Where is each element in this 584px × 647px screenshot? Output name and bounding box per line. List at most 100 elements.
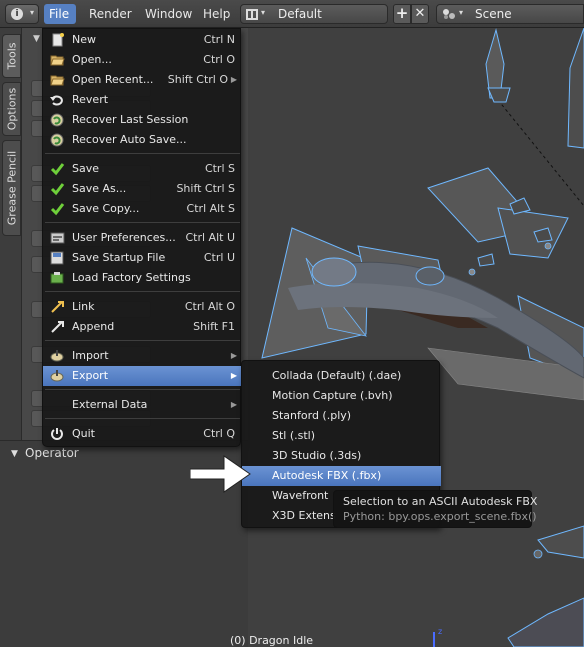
tab-tools[interactable]: Tools [2,34,21,78]
delete-layout-button[interactable]: ✕ [411,4,429,24]
scene-value: Scene [475,7,512,21]
file-menu-item-user-preferences[interactable]: User Preferences... Ctrl Alt U [43,228,242,248]
svg-text:z: z [438,627,442,636]
menu-separator [45,389,240,390]
menu-item-shortcut: Ctrl Q [203,427,235,440]
export-menu-item-stl-stl[interactable]: Stl (.stl) [242,426,441,446]
tool-shelf-tabs: Tools Options Grease Pencil [0,28,22,440]
annotation-arrow-icon [190,455,251,493]
menu-file[interactable]: File [44,4,76,24]
revert-icon [50,93,65,107]
menu-item-label: Open... [72,53,112,66]
menu-item-label: User Preferences... [72,231,176,244]
menu-item-label: Save Startup File [72,251,166,264]
axis-gizmo: z y x [433,627,461,647]
folder-open-icon [50,53,65,67]
file-menu-item-append[interactable]: Append Shift F1 [43,317,242,337]
menu-item-label: Wavefront [272,489,329,502]
tab-grease-pencil[interactable]: Grease Pencil [2,140,21,236]
menu-item-label: Autodesk FBX (.fbx) [272,469,382,482]
file-menu: New Ctrl N Open... Ctrl O Open Recent... Shif… [42,28,242,447]
panel-collapse-icon[interactable]: ▼ [33,34,40,44]
submenu-arrow-icon: ▶ [230,400,237,409]
file-menu-item-load-factory-settings[interactable]: Load Factory Settings [43,268,242,288]
menu-separator [45,418,240,419]
file-menu-item-import[interactable]: Import ▶ [43,346,242,366]
recover-icon [50,113,65,127]
layout-grid-icon [246,9,258,20]
panel-collapse-icon[interactable]: ▼ [11,449,18,459]
file-menu-item-open[interactable]: Open... Ctrl O [43,50,242,70]
menu-item-shortcut: Ctrl O [203,53,235,66]
menu-item-shortcut: Ctrl S [204,162,235,175]
menu-item-shortcut: Shift F1 [193,320,235,333]
export-menu-item-motion-capture-bvh[interactable]: Motion Capture (.bvh) [242,386,441,406]
external-data-icon [50,398,65,412]
file-menu-item-open-recent[interactable]: Open Recent... Shift Ctrl O ▶ [43,70,242,90]
load-factory-icon [50,271,65,285]
submenu-arrow-icon: ▶ [230,371,237,380]
screen-layout-value: Default [278,7,322,21]
menu-item-shortcut: Shift Ctrl O [167,73,228,86]
checkmark-icon [50,162,65,176]
menu-item-label: Motion Capture (.bvh) [272,389,393,402]
scene-select[interactable]: ▾ Scene [436,4,584,24]
editor-type-button[interactable]: i ▾ [5,4,39,24]
scene-icon [443,9,455,19]
tooltip-python: Python: bpy.ops.export_scene.fbx() [343,510,537,523]
new-file-icon [50,33,65,47]
file-menu-item-export[interactable]: Export ▶ [43,366,242,386]
file-menu-item-save[interactable]: Save Ctrl S [43,159,242,179]
tab-options-label: Options [5,87,18,131]
operator-panel-title: Operator [25,446,79,460]
append-icon [50,320,65,334]
tab-options[interactable]: Options [2,82,21,136]
screen-layout-select[interactable]: ▾ Default [240,4,388,24]
menu-item-shortcut: Ctrl Alt O [184,300,235,313]
menu-item-label: External Data [72,398,148,411]
export-menu-item-collada-default-dae[interactable]: Collada (Default) (.dae) [242,366,441,386]
file-menu-item-save-copy[interactable]: Save Copy... Ctrl Alt S [43,199,242,219]
menu-render[interactable]: Render [84,4,137,24]
file-menu-item-new[interactable]: New Ctrl N [43,30,242,50]
menu-item-label: 3D Studio (.3ds) [272,449,362,462]
file-menu-item-revert[interactable]: Revert [43,90,242,110]
import-icon [50,349,65,363]
preferences-icon [50,231,65,245]
file-menu-item-save-as[interactable]: Save As... Shift Ctrl S [43,179,242,199]
file-menu-item-quit[interactable]: Quit Ctrl Q [43,424,242,444]
tab-grease-pencil-label: Grease Pencil [5,150,18,226]
menu-help[interactable]: Help [198,4,235,24]
chevron-down-icon: ▾ [29,8,34,17]
add-layout-button[interactable]: + [393,4,411,24]
menu-item-shortcut: Ctrl Alt S [186,202,235,215]
info-icon: i [11,8,23,20]
3d-viewport[interactable]: z y x [248,28,584,647]
menu-item-shortcut: Ctrl Alt U [185,231,235,244]
viewport-object-label: (0) Dragon Idle [230,634,314,647]
file-menu-item-external-data[interactable]: External Data ▶ [43,395,242,415]
file-menu-item-link[interactable]: Link Ctrl Alt O [43,297,242,317]
export-icon [50,369,65,383]
export-menu-item-stanford-ply[interactable]: Stanford (.ply) [242,406,441,426]
menu-item-label: Save As... [72,182,127,195]
menu-item-label: Save [72,162,100,175]
link-icon [50,300,65,314]
export-menu-item-3d-studio-3ds[interactable]: 3D Studio (.3ds) [242,446,441,466]
tab-tools-label: Tools [5,42,18,70]
submenu-arrow-icon: ▶ [230,75,237,84]
menu-item-label: Link [72,300,95,313]
menu-item-shortcut: Shift Ctrl S [176,182,235,195]
tooltip-description: Selection to an ASCII Autodesk FBX [343,495,538,508]
file-menu-item-recover-auto-save[interactable]: Recover Auto Save... [43,130,242,150]
menu-item-label: Save Copy... [72,202,140,215]
menu-item-label: Revert [72,93,109,106]
menu-item-shortcut: Ctrl N [203,33,235,46]
menu-item-label: Append [72,320,115,333]
menu-item-label: Collada (Default) (.dae) [272,369,402,382]
export-menu-item-autodesk-fbx-fbx[interactable]: Autodesk FBX (.fbx) [242,466,441,486]
file-menu-item-save-startup-file[interactable]: Save Startup File Ctrl U [43,248,242,268]
menu-window[interactable]: Window [140,4,197,24]
file-menu-item-recover-last-session[interactable]: Recover Last Session [43,110,242,130]
menu-separator [45,340,240,341]
